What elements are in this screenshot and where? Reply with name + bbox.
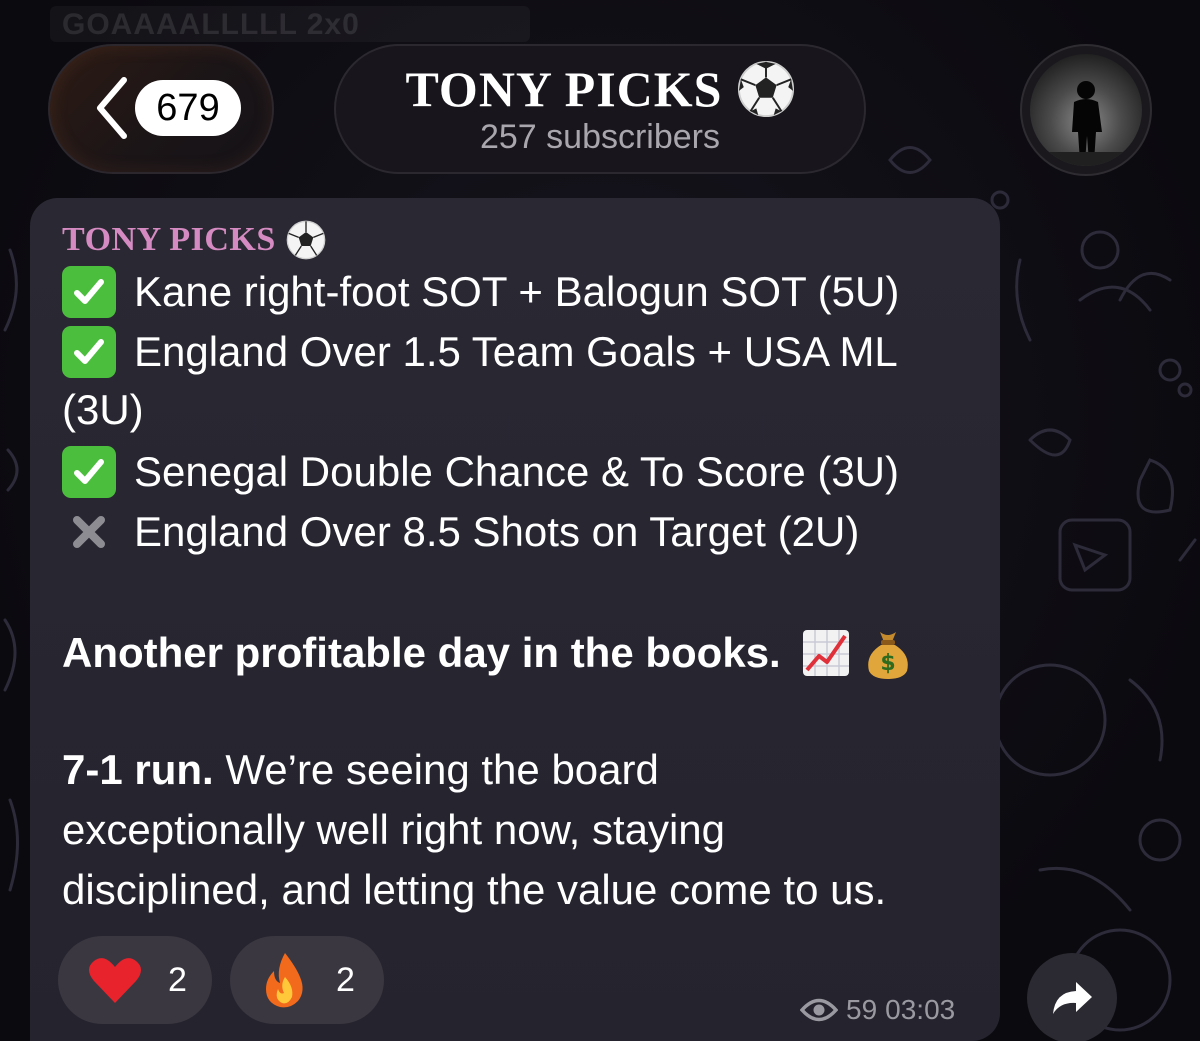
- channel-title: TONY PICKS: [405, 61, 723, 117]
- cross-mark-icon: [62, 506, 116, 558]
- check-mark-icon: [62, 326, 116, 378]
- message-bubble[interactable]: [30, 198, 1000, 1041]
- chevron-left-icon[interactable]: [92, 76, 132, 140]
- channel-title-row[interactable]: TONY PICKS: [334, 58, 866, 120]
- share-arrow-icon: [1053, 982, 1092, 1014]
- heart-icon: [89, 958, 141, 1003]
- soccer-ball-icon: [286, 220, 326, 260]
- check-mark-icon: [62, 446, 116, 498]
- unread-count-badge[interactable]: 679: [135, 80, 241, 136]
- reaction-count: 2: [168, 960, 187, 999]
- pick-line-2-continuation: (3U): [62, 386, 144, 434]
- reaction-heart[interactable]: 2: [58, 936, 212, 1024]
- share-button[interactable]: [1027, 953, 1117, 1041]
- pick-text: England Over 1.5 Team Goals + USA ML: [134, 328, 898, 375]
- eye-icon: [800, 998, 838, 1022]
- person-silhouette-icon: [1030, 81, 1142, 166]
- pick-line-4: England Over 8.5 Shots on Target (2U): [62, 506, 859, 558]
- body-line-1: 7-1 run. We’re seeing the board: [62, 746, 659, 794]
- chart-increasing-icon: [802, 630, 849, 676]
- message-sender[interactable]: TONY PICKS: [62, 218, 326, 262]
- chat-screen: GOAAAALLLLL 2x0 679 TONY PICKS 257 subsc…: [0, 0, 1200, 1041]
- run-record: 7-1 run.: [62, 746, 214, 793]
- pick-text: Senegal Double Chance & To Score (3U): [134, 448, 900, 495]
- body-text: We’re seeing the board: [213, 746, 659, 793]
- headline-text: Another profitable day in the books.: [62, 629, 781, 676]
- avatar[interactable]: [1030, 54, 1142, 166]
- money-bag-icon: $: [867, 632, 908, 679]
- body-line-2: exceptionally well right now, staying: [62, 806, 726, 853]
- reaction-fire[interactable]: 2: [230, 936, 384, 1024]
- headline-line: Another profitable day in the books. $: [62, 626, 911, 680]
- message-time: 03:03: [885, 994, 956, 1025]
- fire-icon: [266, 953, 303, 1008]
- sender-name: TONY PICKS: [62, 221, 276, 258]
- pick-line-1: Kane right-foot SOT + Balogun SOT (5U): [62, 266, 899, 318]
- soccer-ball-icon: [737, 60, 794, 118]
- pick-text: England Over 8.5 Shots on Target (2U): [134, 508, 860, 555]
- svg-text:$: $: [880, 651, 895, 676]
- previous-message-text: GOAAAALLLLL 2x0: [62, 8, 360, 41]
- view-count: 59: [846, 994, 878, 1025]
- pick-text: Kane right-foot SOT + Balogun SOT (5U): [134, 268, 900, 315]
- check-mark-icon: [62, 266, 116, 318]
- subscriber-count: 257 subscribers: [479, 118, 720, 156]
- message-meta: 59 03:03: [800, 990, 955, 1030]
- pick-text-continuation: (3U): [62, 386, 144, 433]
- reaction-count: 2: [336, 960, 355, 999]
- body-line-3: disciplined, and letting the value come …: [62, 866, 887, 913]
- pick-line-2: England Over 1.5 Team Goals + USA ML: [62, 326, 898, 378]
- pick-line-3: Senegal Double Chance & To Score (3U): [62, 446, 899, 498]
